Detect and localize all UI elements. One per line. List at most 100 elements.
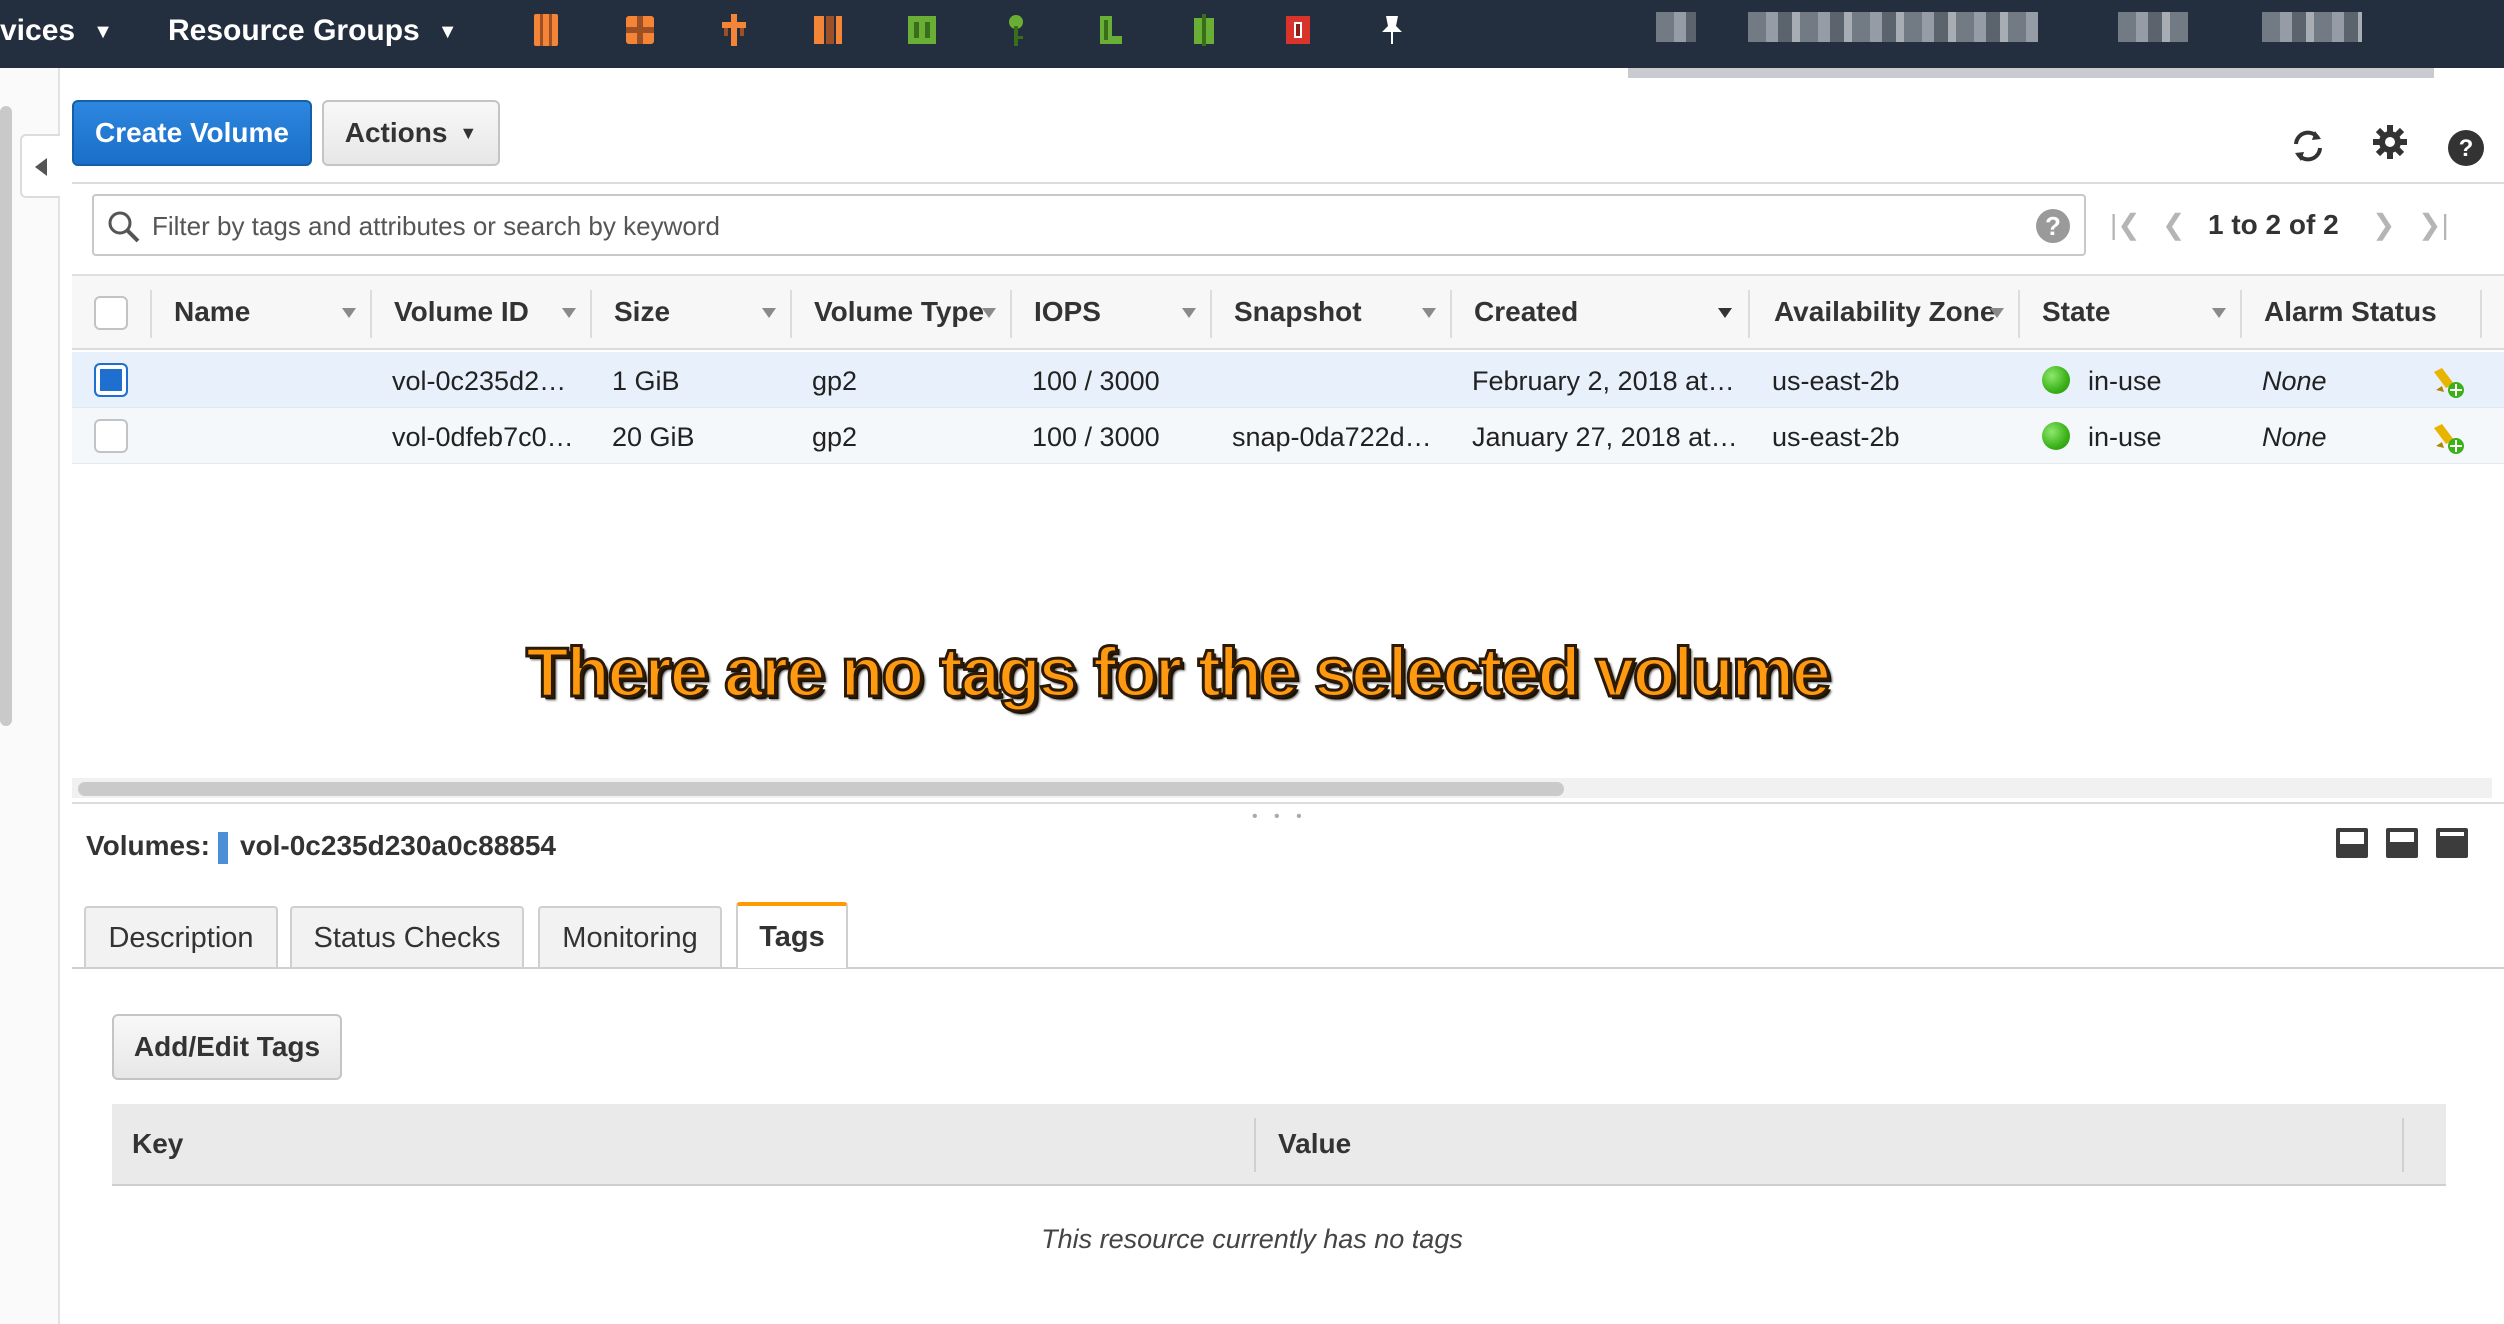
support-redacted[interactable] [2262,12,2362,42]
cell-snapshot: snap-0da722d… [1232,422,1432,452]
row-checkbox[interactable] [94,419,128,453]
next-page-icon[interactable]: ❯ [2372,208,2395,241]
tab-tags[interactable]: Tags [736,902,848,968]
lightsail-icon[interactable] [902,10,942,50]
column-header-iops[interactable]: IOPS [1034,296,1101,328]
splitter-handle-icon[interactable]: • • • [1252,808,1308,826]
panel-splitter[interactable] [72,802,2504,804]
column-header-alarm-status[interactable]: Alarm Status [2264,296,2437,328]
sidebar-scrollbar[interactable] [0,106,12,726]
search-placeholder: Filter by tags and attributes or search … [152,211,720,241]
chevron-down-icon: ▼ [459,122,478,143]
create-volume-button[interactable]: Create Volume [72,100,312,166]
panel-layout-bottom-icon[interactable] [2336,828,2368,858]
create-alarm-icon[interactable] [2428,418,2466,456]
cell-availability-zone: us-east-2b [1772,366,1900,396]
gear-icon[interactable] [2370,122,2410,162]
column-header-value[interactable]: Value [1278,1128,1351,1160]
add-edit-tags-button[interactable]: Add/Edit Tags [112,1014,342,1080]
table-row[interactable]: vol-0c235d2… 1 GiB gp2 100 / 3000 Februa… [72,352,2504,408]
actions-button[interactable]: Actions ▼ [322,100,500,166]
column-header-volume-id[interactable]: Volume ID [394,296,529,328]
annotation-caption: There are no tags for the selected volum… [525,632,1833,713]
sort-caret-icon[interactable] [1422,308,1436,318]
account-underline [1628,68,2434,78]
panel-layout-half-icon[interactable] [2386,828,2418,858]
tab-monitoring[interactable]: Monitoring [538,906,722,968]
pin-icon[interactable] [1372,10,1412,50]
status-ok-icon [2042,366,2070,394]
sort-caret-icon[interactable] [1990,308,2004,318]
column-header-name[interactable]: Name [174,296,250,328]
ecs-icon[interactable] [808,10,848,50]
column-header-snapshot[interactable]: Snapshot [1234,296,1362,328]
filter-help-icon[interactable]: ? [2036,209,2070,243]
sort-caret-icon[interactable] [562,308,576,318]
ecr-icon[interactable] [1184,10,1224,50]
svg-text:?: ? [2459,135,2474,162]
cell-volume-type: gp2 [812,366,858,396]
search-icon [108,211,140,243]
cell-alarm-status: None [2262,422,2327,452]
sort-caret-icon[interactable] [762,308,776,318]
pagination-status: 1 to 2 of 2 [2208,209,2339,240]
ec2-icon[interactable] [526,10,566,50]
sort-caret-icon[interactable] [1718,308,1732,318]
refresh-icon[interactable] [2288,126,2328,166]
batch-icon[interactable] [1278,10,1318,50]
selection-marker [217,831,228,864]
column-header-created[interactable]: Created [1474,296,1578,328]
tab-description[interactable]: Description [84,906,278,968]
column-divider [2018,290,2020,338]
key-icon[interactable] [996,10,1036,50]
tab-status-checks[interactable]: Status Checks [290,906,524,968]
row-checkbox[interactable] [94,363,128,397]
account-name-redacted[interactable] [1748,12,2038,42]
region-redacted[interactable] [2118,12,2188,42]
cell-alarm-status: None [2262,366,2327,396]
previous-page-icon[interactable]: ❮ [2162,208,2185,241]
account-avatar-redacted [1656,12,1696,42]
services-menu-label: vices [0,14,76,47]
sort-caret-icon[interactable] [1182,308,1196,318]
cell-volume-type: gp2 [812,422,858,452]
ec2-box-icon[interactable] [620,10,660,50]
column-divider [1254,1118,1256,1172]
panel-layout-full-icon[interactable] [2436,828,2468,858]
sort-caret-icon[interactable] [982,308,996,318]
sort-caret-icon[interactable] [342,308,356,318]
chevron-down-icon: ▼ [93,20,113,43]
services-menu[interactable]: vices ▼ [0,14,113,48]
sidebar-collapse-toggle[interactable] [20,134,60,198]
chevron-down-icon: ▼ [437,20,458,43]
column-header-key[interactable]: Key [132,1128,183,1160]
column-divider [1210,290,1212,338]
details-volume-id: vol-0c235d230a0c88854 [239,830,556,861]
cell-iops: 100 / 3000 [1032,366,1160,396]
cell-iops: 100 / 3000 [1032,422,1160,452]
column-header-size[interactable]: Size [614,296,670,328]
help-icon[interactable]: ? [2446,128,2486,168]
horizontal-scrollbar-thumb[interactable] [78,782,1564,796]
table-header: Name Volume ID Size Volume Type IOPS Sna… [72,274,2504,350]
column-divider [790,290,792,338]
search-filter[interactable]: Filter by tags and attributes or search … [92,194,2086,256]
create-alarm-icon[interactable] [2428,362,2466,400]
last-page-icon[interactable]: ❯| [2418,208,2449,241]
resource-groups-menu[interactable]: Resource Groups ▼ [168,14,458,48]
elastic-beanstalk-icon[interactable] [1090,10,1130,50]
table-row[interactable]: vol-0dfeb7c0… 20 GiB gp2 100 / 3000 snap… [72,408,2504,464]
first-page-icon[interactable]: |❮ [2110,208,2141,241]
details-label: Volumes: [86,830,210,861]
column-header-availability-zone[interactable]: Availability Zone [1774,296,1995,328]
column-header-state[interactable]: State [2042,296,2110,328]
column-divider [2240,290,2242,338]
cell-volume-id: vol-0dfeb7c0… [392,422,574,452]
lambda-icon[interactable] [714,10,754,50]
sort-caret-icon[interactable] [2212,308,2226,318]
column-header-volume-type[interactable]: Volume Type [814,296,984,328]
select-all-checkbox[interactable] [94,296,128,330]
cell-size: 1 GiB [612,366,680,396]
cell-size: 20 GiB [612,422,695,452]
status-ok-icon [2042,422,2070,450]
